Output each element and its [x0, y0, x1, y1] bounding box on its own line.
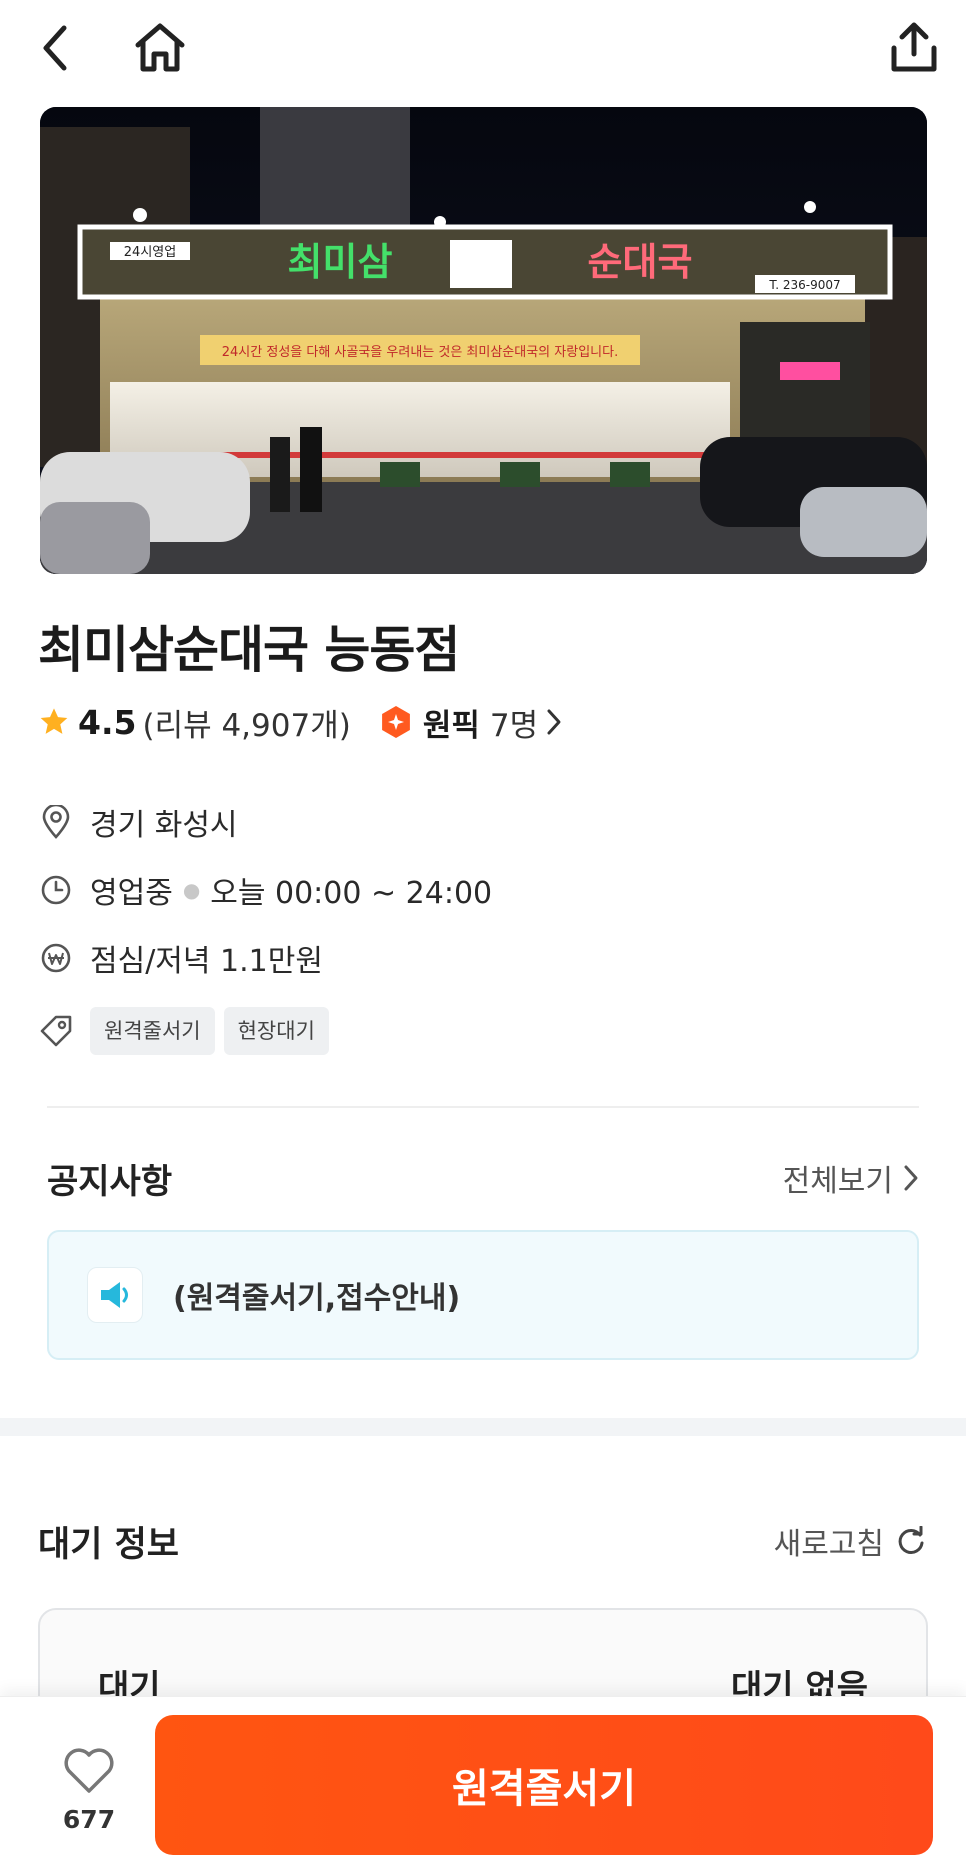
speaker-icon-wrap: [87, 1267, 143, 1323]
notice-card[interactable]: (원격줄서기,접수안내): [47, 1230, 919, 1360]
back-button[interactable]: [24, 16, 88, 80]
store-name: 최미삼순대국 능동점: [38, 621, 460, 679]
star-icon: [40, 708, 68, 734]
speaker-icon: [101, 1282, 128, 1308]
sign-banner: 24시간 정성을 다해 사골국을 우려내는 것은 최미삼순대국의 자랑입니다.: [222, 345, 618, 360]
clock-icon: [41, 875, 71, 905]
tag-remote-queue: 원격줄서기: [90, 1007, 215, 1055]
hours-row[interactable]: 영업중 ● 오늘 00:00 ~ 24:00: [38, 868, 492, 912]
like-button[interactable]: 677: [52, 1747, 126, 1834]
rating-row[interactable]: 4.5 (리뷰 4,907개) 원픽 7명: [38, 700, 562, 744]
heart-icon: [64, 1748, 114, 1793]
refresh-icon: [898, 1526, 924, 1554]
location-row: 경기 화성시: [38, 800, 238, 844]
tag-onsite-wait: 현장대기: [223, 1007, 329, 1055]
sign-hours: 24시영업: [124, 245, 176, 260]
chevron-right-icon: [547, 709, 561, 735]
tag-icon: [40, 1015, 72, 1047]
separator-dot: ●: [182, 878, 201, 902]
section-separator: [0, 1418, 966, 1436]
notice-title: 공지사항: [47, 1161, 173, 1202]
wonpick-badge-icon: [381, 706, 410, 738]
wait-info-header: 대기 정보 새로고침: [38, 1518, 926, 1565]
review-count[interactable]: (리뷰 4,907개): [142, 700, 350, 745]
notice-header: 공지사항 전체보기: [47, 1155, 919, 1202]
wait-info-title: 대기 정보: [38, 1524, 179, 1565]
top-navigation: [0, 0, 966, 100]
store-photo[interactable]: 최미삼 순대국 24시영업 T. 236-9007 24시간 정성을 다해 사골…: [40, 107, 927, 574]
price-row: 점심/저녁 1.1만원: [38, 936, 323, 980]
price-text: 점심/저녁 1.1만원: [90, 944, 323, 979]
store-photo-illustration: 최미삼 순대국 24시영업 T. 236-9007 24시간 정성을 다해 사골…: [40, 107, 927, 574]
divider: [47, 1106, 919, 1108]
chevron-left-icon: [43, 25, 67, 71]
sign-name-right: 순대국: [588, 240, 693, 284]
hours-text: 오늘 00:00 ~ 24:00: [210, 876, 493, 911]
share-button[interactable]: [882, 16, 946, 80]
rating-value: 4.5: [78, 702, 137, 742]
home-icon: [135, 23, 185, 72]
wonpick-label: 원픽: [422, 707, 480, 744]
see-all-link[interactable]: 전체보기: [783, 1156, 919, 1200]
sign-name-left: 최미삼: [288, 240, 393, 284]
location-text: 경기 화성시: [90, 808, 238, 843]
share-icon: [891, 22, 937, 72]
refresh-label: 새로고침: [773, 1527, 884, 1562]
home-button[interactable]: [128, 16, 192, 80]
like-count: 677: [62, 1805, 116, 1834]
see-all-label: 전체보기: [782, 1164, 893, 1199]
wonpick-link[interactable]: 원픽 7명: [379, 700, 562, 745]
location-pin-icon: [42, 805, 70, 839]
chevron-right-icon: [904, 1165, 918, 1191]
sign-phone: T. 236-9007: [768, 278, 840, 292]
notice-text: (원격줄서기,접수안내): [173, 1281, 461, 1316]
won-icon: [41, 943, 71, 973]
remote-queue-button[interactable]: 원격줄서기: [155, 1715, 933, 1855]
tags-row: 원격줄서기 현장대기: [38, 1006, 338, 1056]
wonpick-count: 7명: [489, 707, 539, 744]
refresh-button[interactable]: 새로고침: [774, 1519, 926, 1563]
bottom-action-bar: 677 원격줄서기: [0, 1696, 966, 1866]
open-status: 영업중: [90, 876, 173, 911]
